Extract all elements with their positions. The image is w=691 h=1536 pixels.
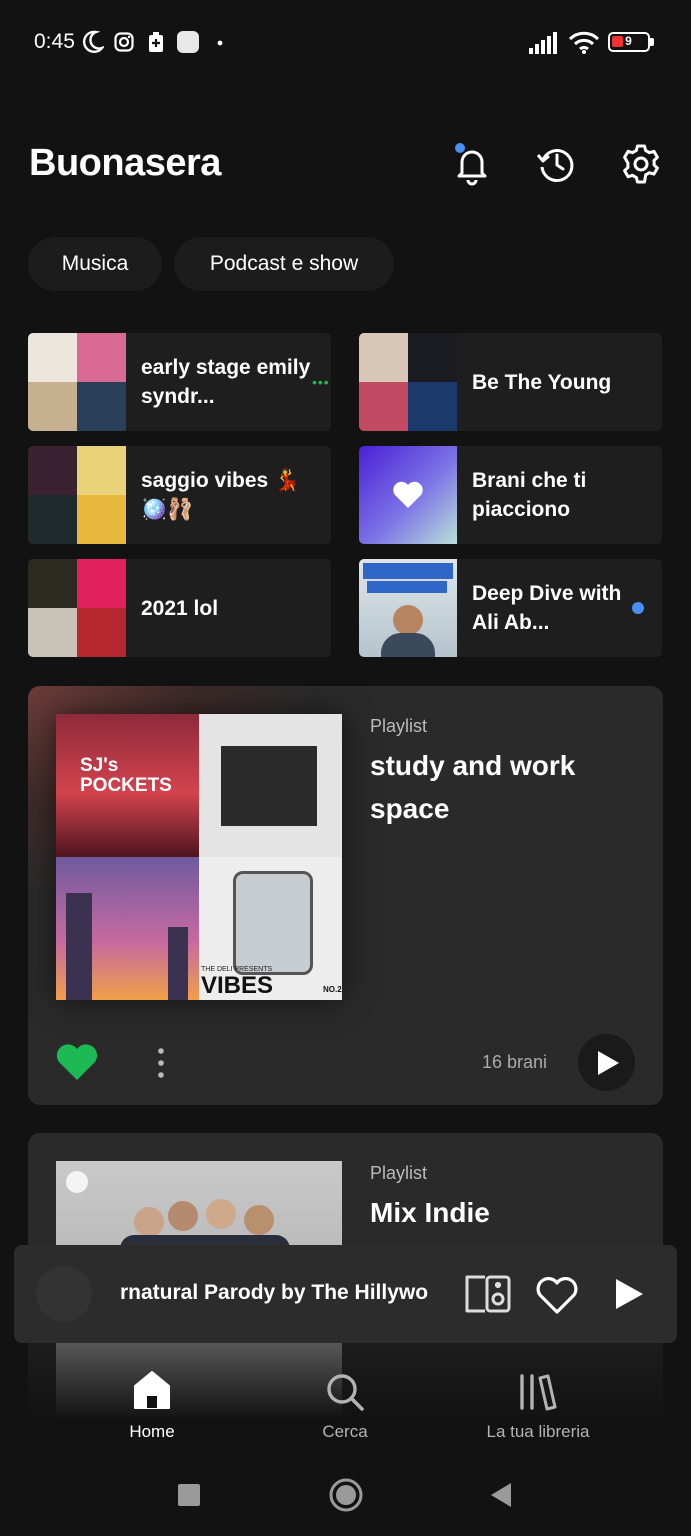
- status-bar: 0:45 9: [0, 0, 691, 86]
- filter-chip-podcasts[interactable]: Podcast e show: [174, 237, 394, 291]
- library-icon: [520, 1374, 557, 1411]
- battery-cap: [650, 38, 654, 46]
- heart-icon: [393, 481, 423, 508]
- heart-outline-icon[interactable]: [535, 1275, 579, 1315]
- battery-level: 9: [625, 34, 632, 48]
- more-options-icon[interactable]: [154, 1046, 168, 1080]
- card-title: study and work space: [370, 750, 576, 824]
- playlist-cover: [28, 333, 126, 431]
- playlist-cover: [28, 446, 126, 544]
- cover-text: SJ's POCKETS: [80, 755, 172, 796]
- cover-text: NO.2: [323, 985, 342, 994]
- shortcut-be-the-young[interactable]: Be The Young: [359, 333, 662, 431]
- shortcut-early-stage[interactable]: early stage emily syndr... •••: [28, 333, 331, 431]
- battery-icon: 9: [608, 32, 650, 52]
- shortcut-title: Brani che ti piacciono: [472, 469, 587, 521]
- recents-button[interactable]: [178, 1484, 200, 1506]
- now-playing-title: rnatural Parody by The Hillywo: [120, 1281, 429, 1304]
- mini-player-cover: [36, 1266, 92, 1322]
- gear-icon: [623, 144, 659, 184]
- shortcut-deep-dive[interactable]: Deep Dive with Ali Ab...: [359, 559, 662, 657]
- shortcut-title: saggio vibes 💃 🪩🩰: [141, 469, 301, 521]
- new-episode-dot: [632, 602, 644, 614]
- nav-search[interactable]: Cerca: [245, 1370, 445, 1450]
- back-icon[interactable]: [489, 1482, 513, 1508]
- nav-library-label: La tua libreria: [486, 1422, 590, 1441]
- recently-played-button[interactable]: [533, 140, 581, 188]
- notification-dot: [455, 143, 465, 153]
- card-type-label: Playlist: [370, 716, 428, 736]
- nav-home[interactable]: Home: [52, 1370, 252, 1450]
- shortcut-title: 2021 lol: [141, 596, 219, 620]
- podcast-cover: [359, 559, 457, 657]
- nav-library[interactable]: La tua libreria: [438, 1370, 638, 1450]
- home-circle-icon[interactable]: [328, 1477, 364, 1513]
- signal-icon: [529, 32, 557, 54]
- shortcut-saggio-vibes[interactable]: saggio vibes 💃 🪩🩰: [28, 446, 331, 544]
- shortcut-title: Be The Young: [472, 370, 612, 394]
- devices-icon[interactable]: [465, 1275, 511, 1313]
- app-icon: [177, 31, 199, 53]
- wifi-icon: [568, 31, 600, 54]
- play-icon: [598, 1051, 619, 1075]
- home-icon: [134, 1371, 170, 1409]
- nav-home-label: Home: [129, 1422, 175, 1441]
- track-count: 16 brani: [482, 1052, 548, 1072]
- shortcut-title: Deep Dive with Ali Ab...: [472, 582, 622, 634]
- search-icon: [327, 1374, 364, 1411]
- playlist-card[interactable]: SJ's POCKETS THE DELI PRESENTS VIBES NO.…: [28, 686, 663, 1105]
- shortcut-2021-lol[interactable]: 2021 lol: [28, 559, 331, 657]
- playlist-cover: [28, 559, 126, 657]
- play-button[interactable]: [578, 1034, 635, 1091]
- moon-icon: [82, 30, 104, 53]
- dot-icon: [217, 40, 223, 46]
- nav-search-label: Cerca: [322, 1422, 368, 1441]
- cover-text: VIBES: [201, 972, 274, 999]
- playing-indicator-icon: •••: [312, 374, 330, 390]
- card-type-label: Playlist: [370, 1163, 428, 1183]
- filter-chip-music[interactable]: Musica: [28, 237, 162, 291]
- liked-songs-cover: [359, 446, 457, 544]
- shortcut-title: early stage emily syndr...: [141, 356, 311, 408]
- mini-player[interactable]: rnatural Parody by The Hillywo: [14, 1245, 677, 1343]
- playlist-cover: [359, 333, 457, 431]
- settings-button[interactable]: [617, 140, 665, 188]
- status-time: 0:45: [34, 30, 75, 53]
- card-title: Mix Indie: [370, 1197, 490, 1228]
- instagram-icon: [114, 32, 134, 52]
- heart-filled-icon[interactable]: [55, 1042, 99, 1082]
- play-icon[interactable]: [614, 1278, 644, 1310]
- shortcut-liked-songs[interactable]: Brani che ti piacciono: [359, 446, 662, 544]
- playlist-cover: SJ's POCKETS THE DELI PRESENTS VIBES NO.…: [56, 714, 342, 1000]
- system-nav-bar: [0, 1453, 691, 1536]
- battery-saver-icon: [149, 32, 163, 52]
- page-title: Buonasera: [29, 142, 221, 184]
- history-icon: [536, 149, 574, 183]
